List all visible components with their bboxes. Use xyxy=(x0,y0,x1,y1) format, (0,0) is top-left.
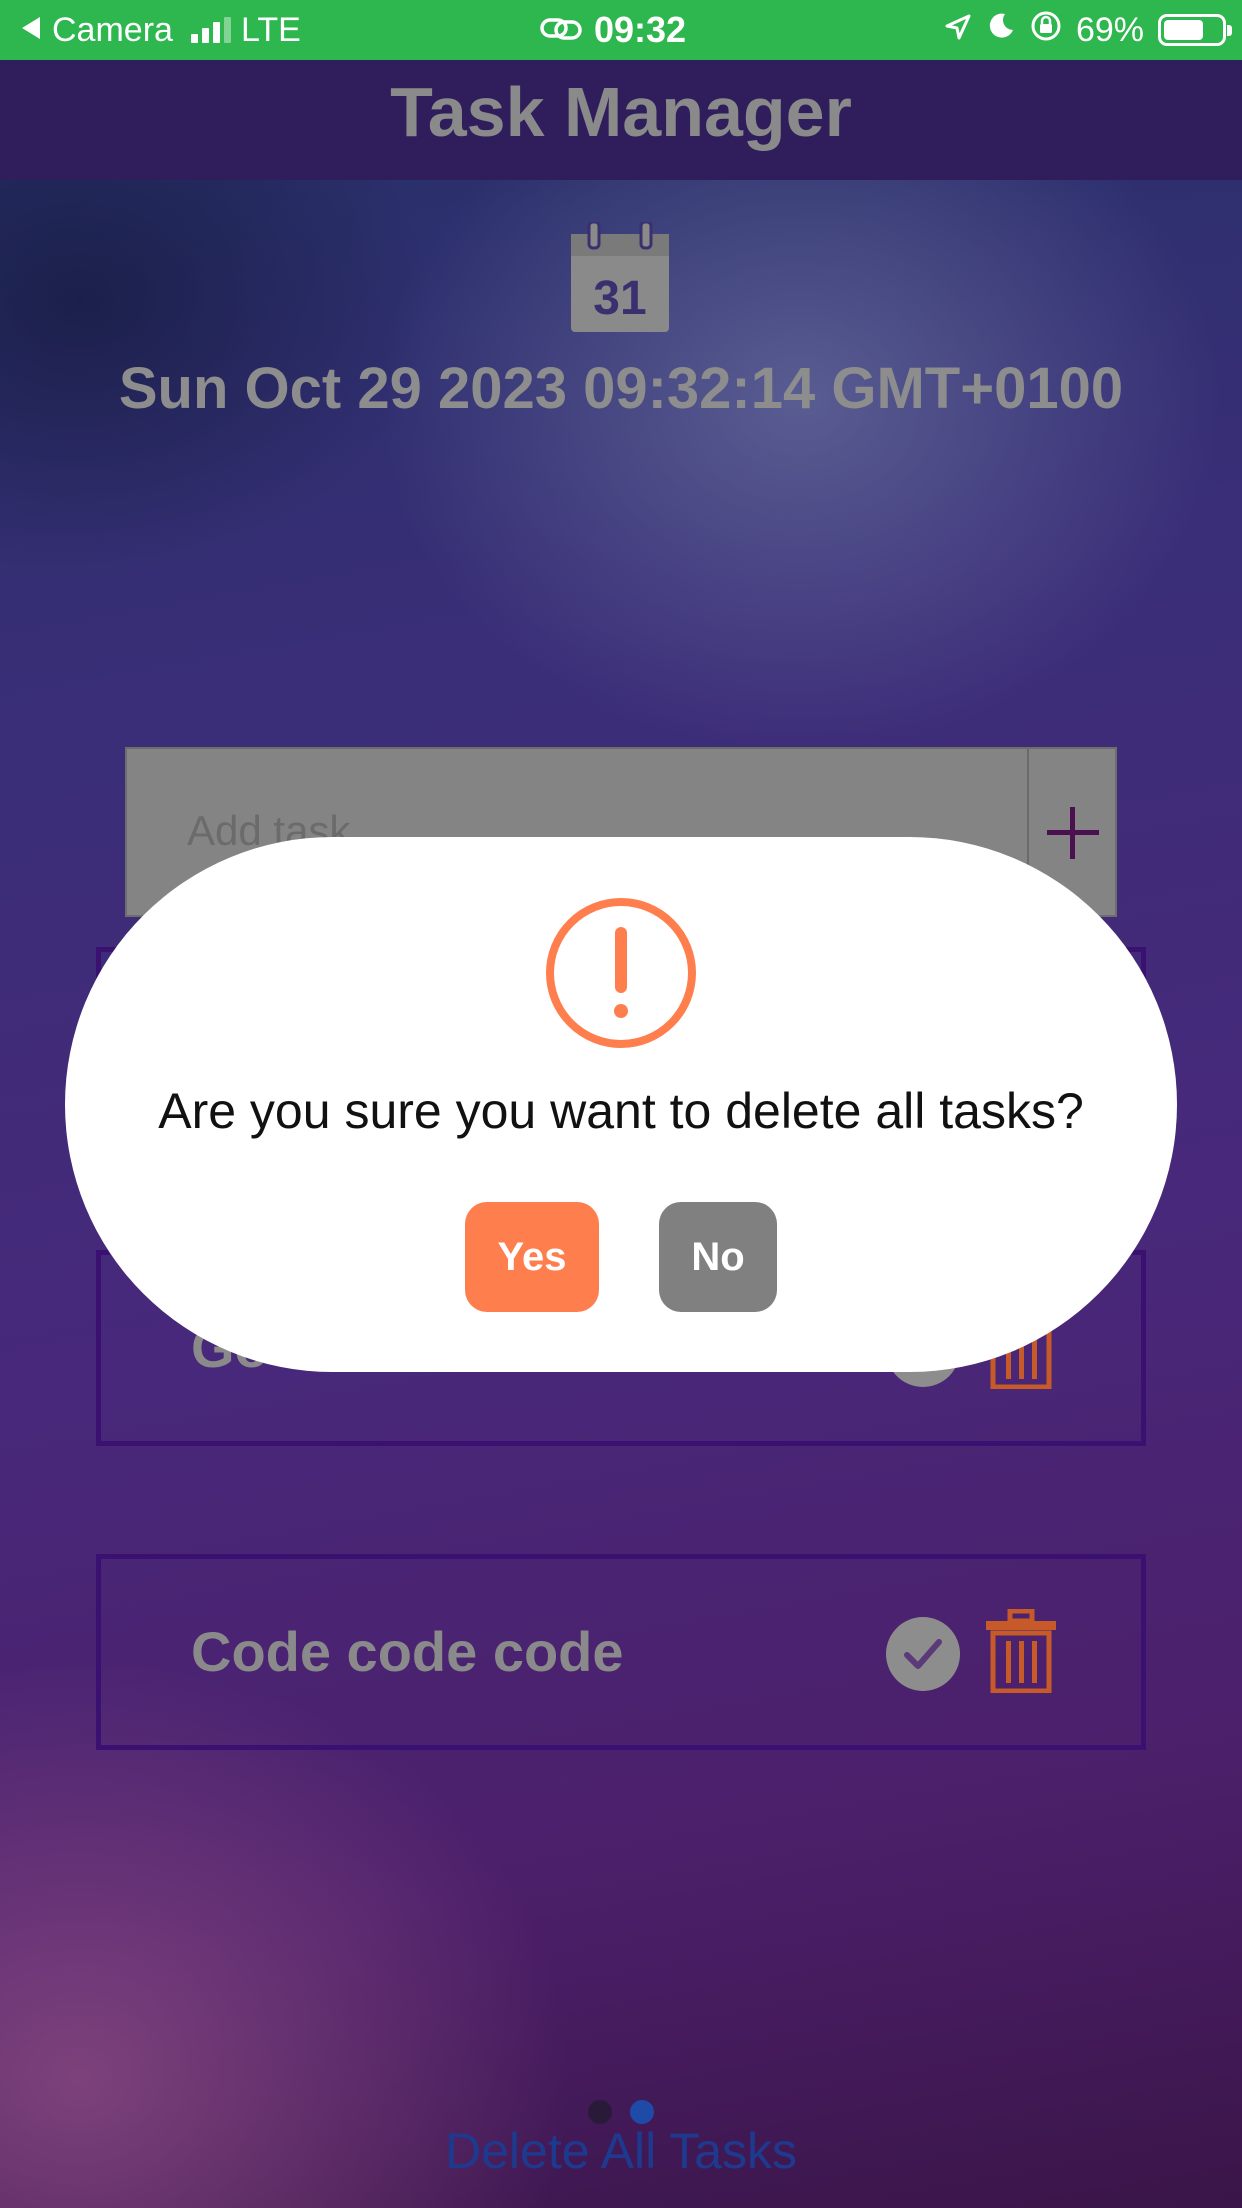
link-icon xyxy=(540,9,582,51)
confirm-no-button[interactable]: No xyxy=(659,1202,777,1312)
clock: 09:32 xyxy=(594,9,687,50)
trash-icon[interactable] xyxy=(984,1609,1058,1693)
current-datetime: Sun Oct 29 2023 09:32:14 GMT+0100 xyxy=(118,356,1124,421)
exclamation-icon xyxy=(546,898,696,1048)
complete-check-icon[interactable] xyxy=(886,1617,960,1691)
calendar-icon: 31 xyxy=(571,222,669,332)
back-to-app-label[interactable]: Camera xyxy=(52,11,173,50)
page-indicator[interactable] xyxy=(0,2100,1242,2124)
delete-all-tasks-button[interactable]: Delete All Tasks xyxy=(0,2122,1242,2180)
app-header: Task Manager xyxy=(0,60,1242,180)
battery-icon xyxy=(1158,14,1232,46)
page-title: Task Manager xyxy=(390,73,852,151)
location-icon xyxy=(944,11,972,50)
status-bar: Camera LTE 09:32 69% xyxy=(0,0,1242,60)
calendar-day: 31 xyxy=(593,272,646,325)
status-left: Camera LTE xyxy=(20,0,301,60)
confirm-dialog: Are you sure you want to delete all task… xyxy=(65,837,1177,1372)
status-right: 69% xyxy=(944,0,1232,60)
task-card: Code code code xyxy=(96,1554,1146,1750)
page-dot[interactable] xyxy=(588,2100,612,2124)
confirm-yes-button[interactable]: Yes xyxy=(465,1202,599,1312)
dialog-message: Are you sure you want to delete all task… xyxy=(158,1083,1084,1139)
task-label: Code code code xyxy=(191,1620,624,1683)
network-type: LTE xyxy=(240,10,301,49)
rotation-lock-icon xyxy=(1030,10,1062,51)
page-dot[interactable] xyxy=(630,2100,654,2124)
plus-icon xyxy=(1047,807,1099,859)
status-center: 09:32 xyxy=(540,0,686,60)
moon-icon xyxy=(986,11,1016,50)
battery-percent: 69% xyxy=(1075,10,1144,49)
back-arrow-icon[interactable] xyxy=(20,11,42,50)
signal-icon xyxy=(190,17,231,43)
